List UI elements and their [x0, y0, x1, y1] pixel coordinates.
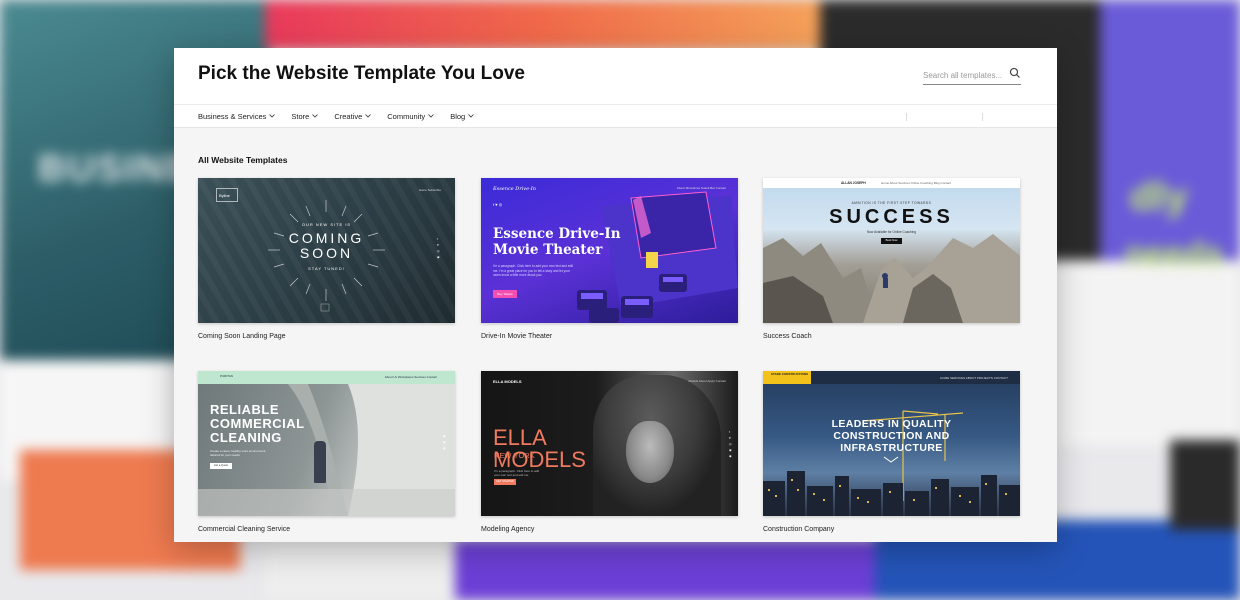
thumb-headline: COMING [288, 230, 365, 246]
template-name[interactable]: Success Coach [763, 333, 1020, 340]
thumb-menu: Home Subscribe [418, 188, 441, 192]
template-thumbnail[interactable]: Byline Home Subscribe OUR NEW SITE IS CO… [198, 178, 455, 323]
thumb-brand: ELLA MODELS [493, 379, 522, 384]
nav-item-label: Business & Services [198, 111, 267, 121]
bg-text: dly [1130, 175, 1188, 219]
thumb-headline-line: ELLA [493, 425, 547, 450]
bg-block [455, 540, 875, 600]
template-card[interactable]: Byline Home Subscribe OUR NEW SITE IS CO… [198, 178, 455, 340]
thumb-headline-line: Essence Drive-In [493, 226, 621, 242]
thumb-paragraph: I'm a paragraph. Click here to add your … [494, 469, 540, 477]
template-thumbnail[interactable]: PURITAN About Us Workplaces Services Con… [198, 371, 455, 516]
thumb-headline: Essence Drive-In Movie Theater [493, 226, 621, 258]
thumb-logo: STADE CONSTRUCTIONS [763, 371, 811, 384]
thumb-button: Book Now [881, 238, 902, 244]
nav-item-creative[interactable]: Creative [334, 111, 372, 121]
nav-item-label: Community [387, 111, 426, 121]
thumb-text: AMBITION IS THE FIRST STEP TOWARDS [851, 201, 932, 205]
page-title: Pick the Website Template You Love [198, 63, 525, 84]
bg-block [265, 540, 465, 600]
thumb-menu: Home About Services Online Coaching Blog… [881, 181, 951, 185]
bg-block [1100, 0, 1240, 260]
template-thumbnail[interactable]: Essence Drive-In About Showtimes Snack B… [481, 178, 738, 323]
nav-item-label: Store [291, 111, 310, 121]
thumb-headline-line: COMMERCIAL [210, 416, 305, 431]
modal-header: Pick the Website Template You Love [174, 48, 1057, 104]
thumb-headline: SUCCESS [829, 206, 954, 228]
thumb-headline: SOON [299, 245, 354, 261]
thumb-menu: About Us Workplaces Services Contact [384, 375, 437, 379]
thumb-headline-line: INFRASTRUCTURE [840, 442, 943, 454]
thumb-brand: ALLAN JOSEPH [841, 181, 866, 185]
bg-block [1170, 440, 1240, 530]
nav-item-label: Creative [334, 111, 363, 121]
thumb-text: STAY TUNED! [308, 266, 345, 271]
chevron-down-icon [468, 114, 474, 118]
thumb-text: OUR NEW SITE IS [301, 222, 352, 227]
thumb-headline: RELIABLE COMMERCIAL CLEANING [210, 403, 305, 445]
thumb-menu: HOME SERVICES ABOUT PROJECTS CONTACT [940, 376, 1008, 380]
thumb-headline: LEADERS IN QUALITY CONSTRUCTION AND INFR… [763, 418, 1020, 454]
chevron-down-icon [269, 114, 276, 118]
template-thumbnail[interactable]: ELLA MODELS Models About Apply Contact E… [481, 371, 738, 516]
category-nav: Business & Services Store Creative Commu… [174, 104, 1057, 128]
nav-item-store[interactable]: Store [291, 111, 319, 121]
template-name[interactable]: Construction Company [763, 526, 1020, 533]
social-icons: ◉ ◉ ◉ [443, 434, 446, 450]
template-name[interactable]: Modeling Agency [481, 526, 738, 533]
nav-item-label: Blog [450, 111, 466, 121]
social-icons: f ♥ ◎ [493, 202, 503, 207]
thumb-brand: Essence Drive-In [493, 186, 536, 192]
nav-item-business-services[interactable]: Business & Services [198, 111, 276, 121]
template-card[interactable]: ALLAN JOSEPH Home About Services Online … [763, 178, 1020, 340]
thumb-paragraph: Create a clean, healthy work environment… [210, 449, 266, 457]
mountain-illustration [763, 234, 1020, 323]
template-card[interactable]: STADE CONSTRUCTIONS HOME SERVICES ABOUT … [763, 371, 1020, 533]
nav-item-community[interactable]: Community [387, 112, 434, 121]
thumb-headline-line: CONSTRUCTION AND [833, 430, 950, 442]
thumb-subtitle: NEW YORK [494, 451, 535, 460]
social-icons: f ♥ ◎ ◉ ◉ [729, 430, 732, 458]
template-thumbnail[interactable]: STADE CONSTRUCTIONS HOME SERVICES ABOUT … [763, 371, 1020, 516]
template-name[interactable]: Commercial Cleaning Service [198, 526, 455, 533]
nav-item-blog[interactable]: Blog [450, 112, 474, 121]
thumb-logo: Byline [216, 188, 238, 202]
chevron-down-icon [365, 114, 372, 118]
thumb-button: Buy Tickets [493, 290, 517, 298]
thumb-menu: Models About Apply Contact [688, 379, 726, 383]
thumb-headline: ELLA MODELS [493, 427, 586, 471]
thumb-headline-line: RELIABLE [210, 402, 279, 417]
template-name[interactable]: Drive-In Movie Theater [481, 333, 738, 340]
template-thumbnail[interactable]: ALLAN JOSEPH Home About Services Online … [763, 178, 1020, 323]
thumb-headline-line: LEADERS IN QUALITY [831, 418, 952, 430]
template-card[interactable]: Essence Drive-In About Showtimes Snack B… [481, 178, 738, 340]
search-icon[interactable] [1009, 67, 1021, 79]
chevron-down-icon [312, 114, 319, 118]
template-name[interactable]: Coming Soon Landing Page [198, 333, 455, 340]
search-box [923, 65, 1021, 85]
thumb-headline-line: Movie Theater [493, 242, 603, 258]
thumb-paragraph: I'm a paragraph. Click here to add your … [493, 264, 573, 277]
thumb-button: GET STARTED [494, 479, 516, 485]
search-input[interactable] [923, 66, 1003, 85]
bg-block [265, 0, 825, 50]
thumb-button: Get a Quote [210, 463, 232, 469]
bg-block [1055, 265, 1240, 445]
nav-divider [906, 113, 907, 121]
template-card[interactable]: PURITAN About Us Workplaces Services Con… [198, 371, 455, 533]
bg-text: needs [1125, 235, 1224, 273]
thumb-headline-line: CLEANING [210, 430, 282, 445]
section-title: All Website Templates [198, 155, 288, 165]
nav-divider [982, 113, 983, 121]
template-card[interactable]: ELLA MODELS Models About Apply Contact E… [481, 371, 738, 533]
thumb-text: Now Available for Online Coaching [866, 230, 917, 234]
cleaner-figure [314, 441, 326, 483]
template-picker-modal: Pick the Website Template You Love Busin… [174, 48, 1057, 542]
bg-text: BUSINE [38, 148, 194, 190]
social-icons: f ♥ ◎ ◉ [437, 237, 440, 259]
model-portrait [626, 421, 674, 483]
thumb-menu: About Showtimes Snack Bar Contact [676, 186, 726, 190]
chevron-down-icon [428, 114, 434, 118]
thumb-brand: PURITAN [220, 374, 233, 378]
